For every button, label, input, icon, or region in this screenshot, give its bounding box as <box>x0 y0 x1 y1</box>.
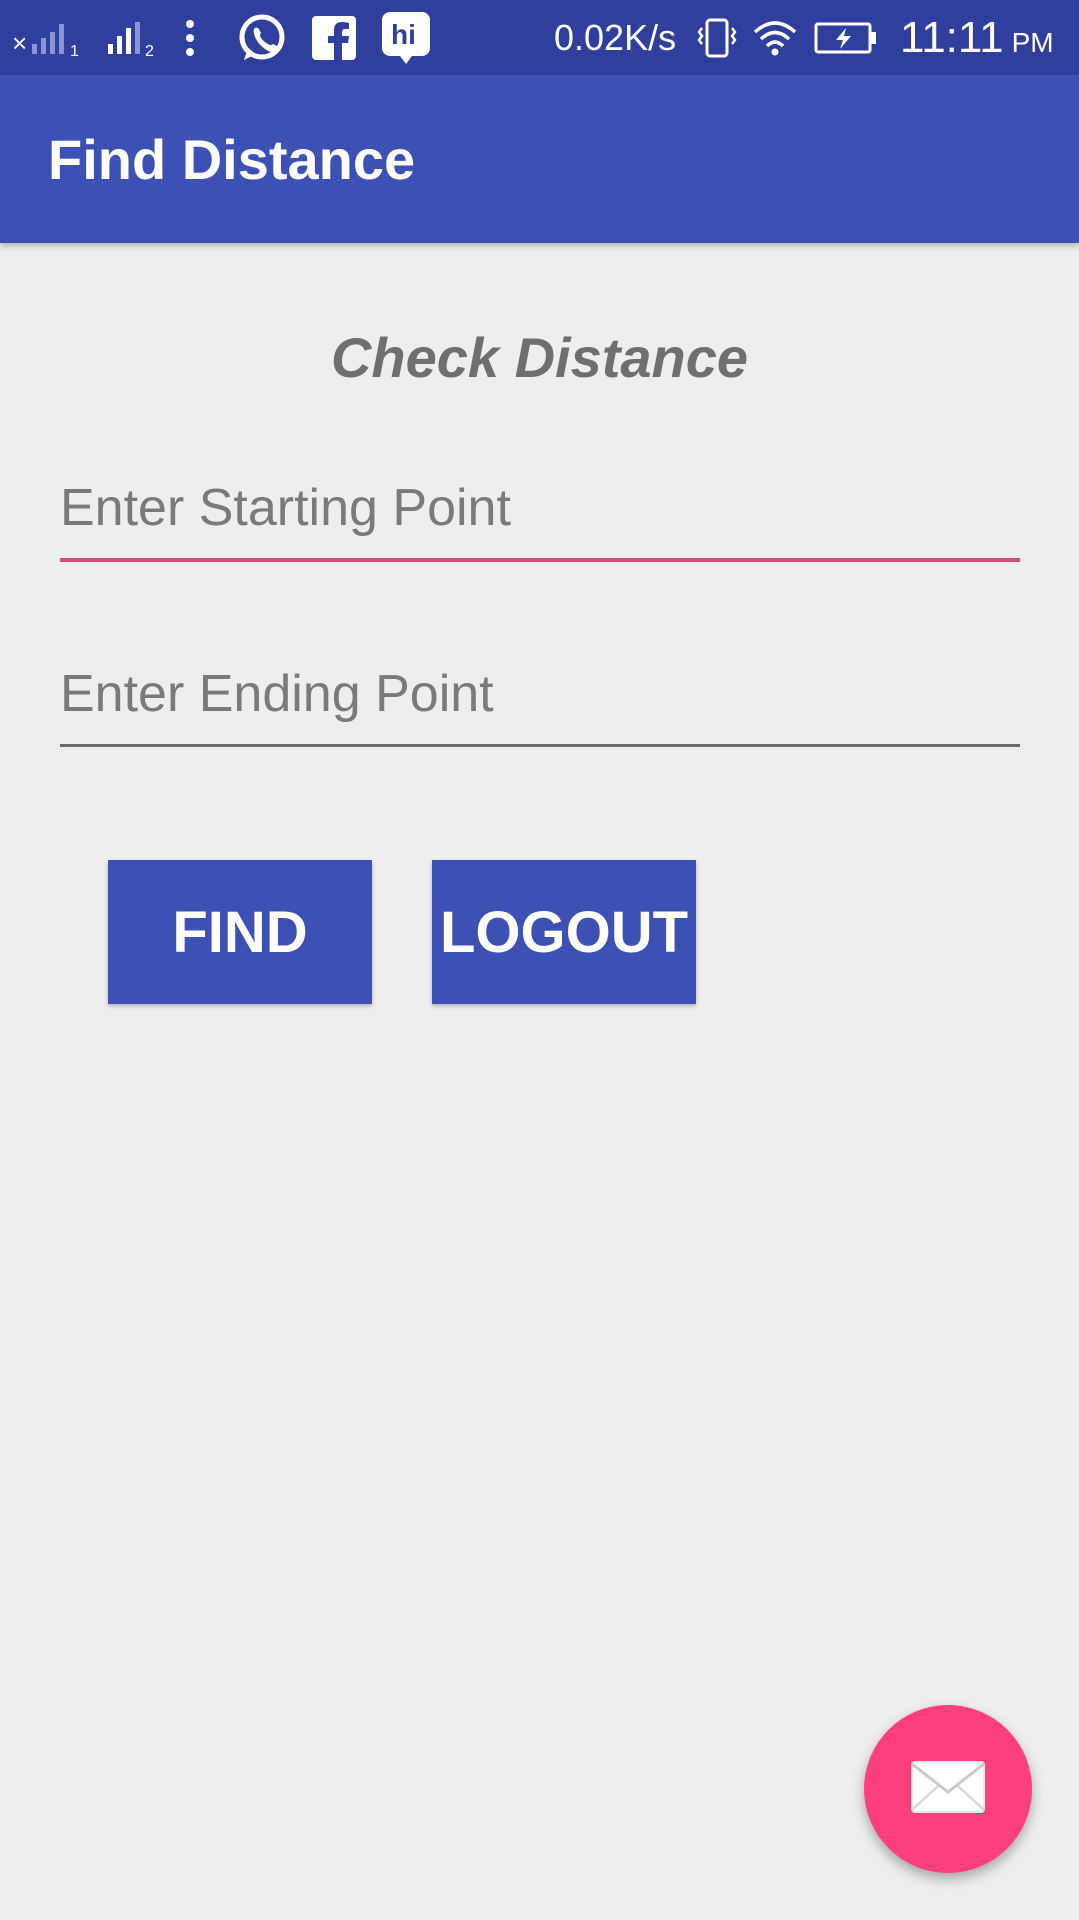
find-button[interactable]: FIND <box>108 860 372 1004</box>
svg-text:×: × <box>12 28 27 58</box>
hike-icon: hi <box>382 0 430 75</box>
battery-charging-icon <box>814 0 878 75</box>
starting-point-field[interactable] <box>60 478 1020 562</box>
signal-sim1-icon: × 1 <box>12 0 84 75</box>
clock-time: 11:11 <box>900 12 1004 62</box>
ending-point-input[interactable] <box>60 664 1020 724</box>
vibrate-icon <box>696 0 738 75</box>
ending-point-field[interactable] <box>60 664 1020 747</box>
facebook-icon <box>312 0 356 75</box>
wifi-icon <box>752 0 798 75</box>
status-bar: × 1 2 hi 0.02K/s 11:11 PM <box>0 0 1079 75</box>
mail-fab-button[interactable] <box>864 1705 1032 1873</box>
whatsapp-icon <box>236 0 288 75</box>
sim2-label: 2 <box>145 43 154 58</box>
app-bar: Find Distance <box>0 75 1079 243</box>
app-title: Find Distance <box>48 127 416 191</box>
logout-button[interactable]: LOGOUT <box>432 860 696 1004</box>
network-speed: 0.02K/s <box>554 16 677 58</box>
clock: 11:11 PM <box>900 0 1054 75</box>
clock-ampm: PM <box>1011 26 1054 58</box>
starting-point-input[interactable] <box>60 478 1020 538</box>
sim1-label: 1 <box>70 43 79 58</box>
page-heading: Check Distance <box>330 326 749 389</box>
svg-text:hi: hi <box>391 19 416 50</box>
mail-icon <box>910 1760 986 1819</box>
more-icon <box>182 0 198 75</box>
signal-sim2-icon: 2 <box>106 0 158 75</box>
